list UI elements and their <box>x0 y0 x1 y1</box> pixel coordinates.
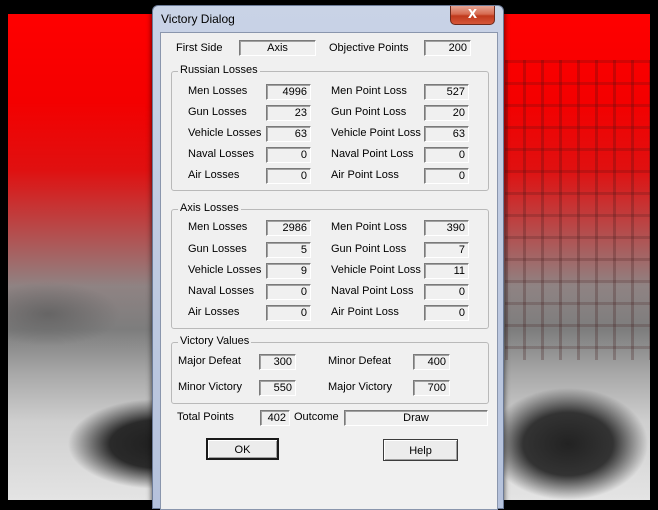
ru-gun-losses-field: 23 <box>266 105 311 121</box>
ru-naval-losses-field: 0 <box>266 147 311 163</box>
minor-defeat-field: 400 <box>413 354 450 370</box>
ru-gun-point-loss-label: Gun Point Loss <box>331 106 407 118</box>
ax-gun-point-loss-label: Gun Point Loss <box>331 243 407 255</box>
victory-dialog: Victory Dialog X First Side Axis Objecti… <box>152 5 504 510</box>
ru-men-losses-label: Men Losses <box>188 85 248 97</box>
first-side-label: First Side <box>176 42 223 54</box>
objective-points-label: Objective Points <box>329 42 409 54</box>
window-title: Victory Dialog <box>161 12 235 26</box>
total-points-label: Total Points <box>177 411 234 423</box>
ru-naval-point-loss-label: Naval Point Loss <box>331 148 414 160</box>
ru-men-point-loss-field: 527 <box>424 84 469 100</box>
ax-vehicle-point-loss-field: 11 <box>424 263 469 279</box>
title-bar[interactable]: Victory Dialog X <box>153 6 503 30</box>
minor-victory-field: 550 <box>259 380 296 396</box>
ru-gun-point-loss-field: 20 <box>424 105 469 121</box>
ru-air-point-loss-field: 0 <box>424 168 469 184</box>
ru-vehicle-point-loss-field: 63 <box>424 126 469 142</box>
help-button[interactable]: Help <box>383 439 458 461</box>
major-defeat-label: Major Defeat <box>178 355 241 367</box>
ax-vehicle-losses-field: 9 <box>266 263 311 279</box>
ax-air-point-loss-field: 0 <box>424 305 469 321</box>
ax-men-losses-label: Men Losses <box>188 221 248 233</box>
ax-gun-losses-field: 5 <box>266 242 311 258</box>
minor-defeat-label: Minor Defeat <box>328 355 391 367</box>
ru-air-losses-label: Air Losses <box>188 169 240 181</box>
ru-air-point-loss-label: Air Point Loss <box>331 169 399 181</box>
ax-men-losses-field: 2986 <box>266 220 311 236</box>
victory-values-group: Victory Values Major Defeat 300 Minor De… <box>171 335 489 404</box>
ru-naval-point-loss-field: 0 <box>424 147 469 163</box>
ru-air-losses-field: 0 <box>266 168 311 184</box>
russian-losses-group: Russian Losses Men Losses 4996 Men Point… <box>171 64 489 191</box>
ax-naval-losses-field: 0 <box>266 284 311 300</box>
ax-air-losses-field: 0 <box>266 305 311 321</box>
major-victory-field: 700 <box>413 380 450 396</box>
minor-victory-label: Minor Victory <box>178 381 242 393</box>
axis-losses-group: Axis Losses Men Losses 2986 Men Point Lo… <box>171 202 489 329</box>
ru-vehicle-point-loss-label: Vehicle Point Loss <box>331 127 421 139</box>
russian-losses-title: Russian Losses <box>178 64 260 76</box>
ru-gun-losses-label: Gun Losses <box>188 106 247 118</box>
ax-air-losses-label: Air Losses <box>188 306 240 318</box>
ax-gun-losses-label: Gun Losses <box>188 243 247 255</box>
ru-naval-losses-label: Naval Losses <box>188 148 255 160</box>
ax-gun-point-loss-field: 7 <box>424 242 469 258</box>
close-icon: X <box>467 7 478 21</box>
axis-losses-title: Axis Losses <box>178 202 241 214</box>
ax-vehicle-losses-label: Vehicle Losses <box>188 264 262 276</box>
major-defeat-field: 300 <box>259 354 296 370</box>
first-side-field: Axis <box>239 40 316 56</box>
ax-naval-point-loss-label: Naval Point Loss <box>331 285 414 297</box>
total-points-field: 402 <box>260 410 290 426</box>
ru-men-losses-field: 4996 <box>266 84 311 100</box>
ax-naval-point-loss-field: 0 <box>424 284 469 300</box>
ax-men-point-loss-label: Men Point Loss <box>331 221 407 233</box>
background-buildings <box>505 60 650 360</box>
close-button[interactable]: X <box>450 6 495 25</box>
victory-values-title: Victory Values <box>178 335 252 347</box>
outcome-label: Outcome <box>294 411 339 423</box>
ax-vehicle-point-loss-label: Vehicle Point Loss <box>331 264 421 276</box>
ax-naval-losses-label: Naval Losses <box>188 285 255 297</box>
dialog-client: First Side Axis Objective Points 200 Rus… <box>160 32 498 510</box>
ok-button[interactable]: OK <box>206 438 279 460</box>
outcome-field: Draw <box>344 410 488 426</box>
major-victory-label: Major Victory <box>328 381 392 393</box>
objective-points-field: 200 <box>424 40 471 56</box>
ru-vehicle-losses-label: Vehicle Losses <box>188 127 262 139</box>
ax-air-point-loss-label: Air Point Loss <box>331 306 399 318</box>
ru-vehicle-losses-field: 63 <box>266 126 311 142</box>
ax-men-point-loss-field: 390 <box>424 220 469 236</box>
ru-men-point-loss-label: Men Point Loss <box>331 85 407 97</box>
